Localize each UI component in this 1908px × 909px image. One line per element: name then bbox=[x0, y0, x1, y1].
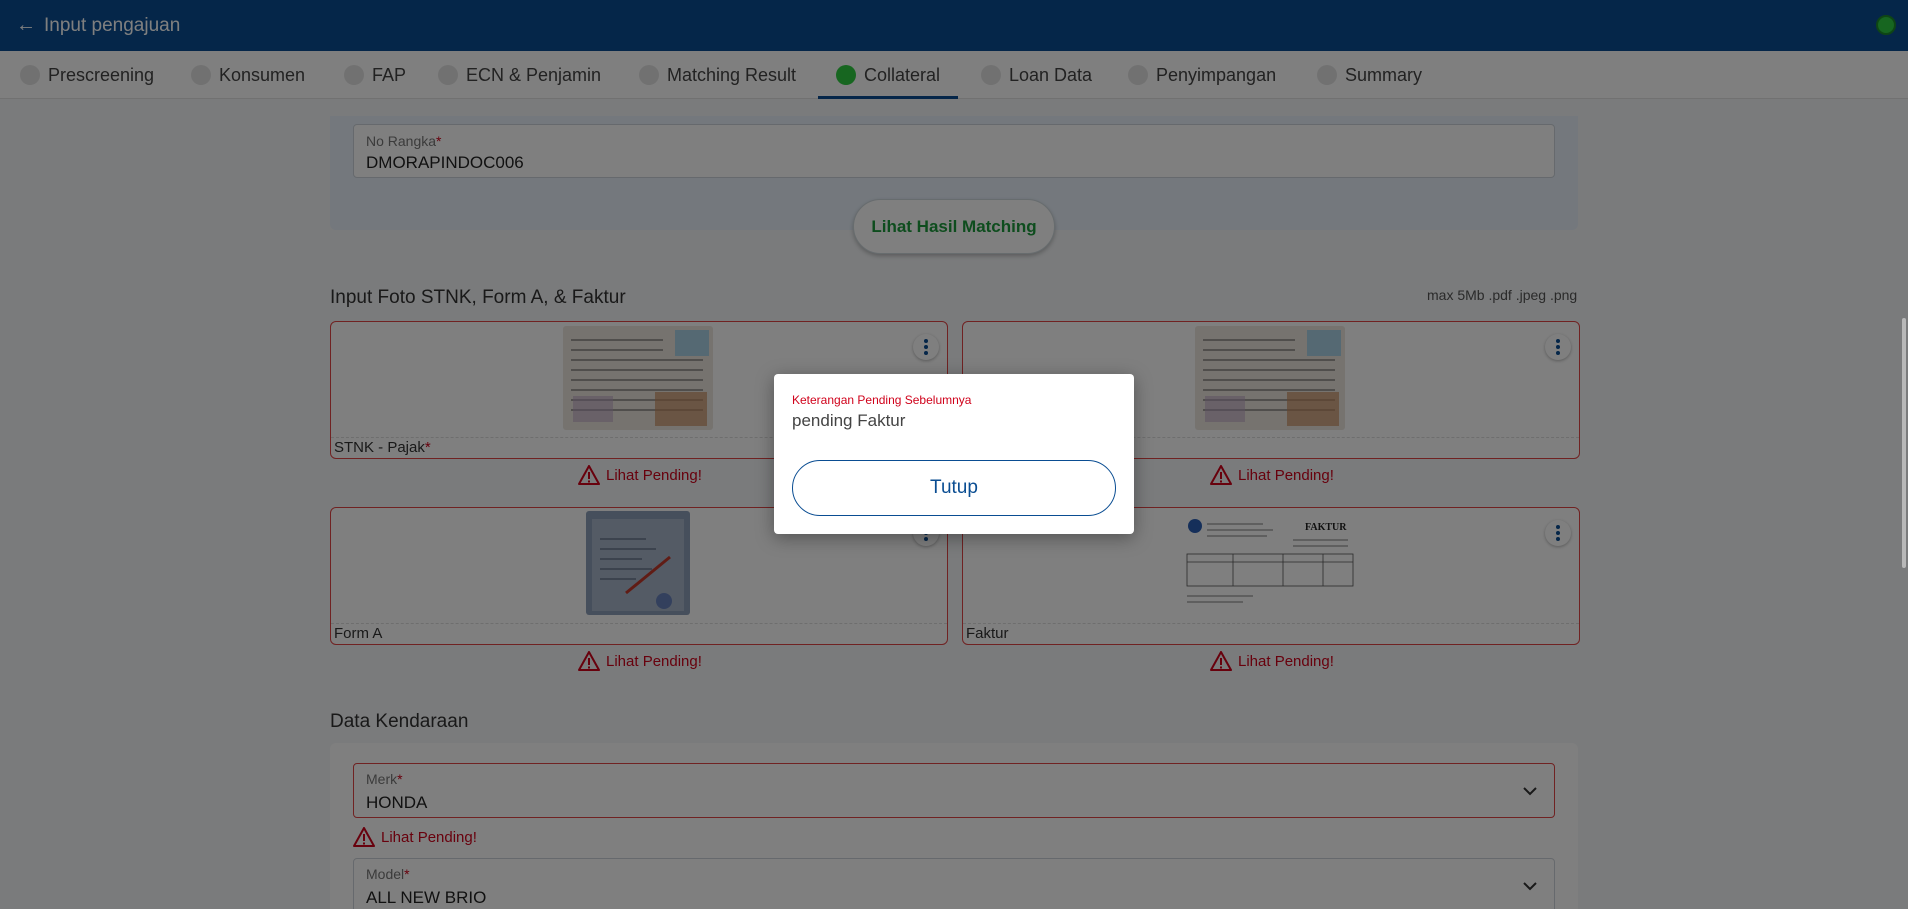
tutup-button[interactable]: Tutup bbox=[792, 460, 1116, 516]
dialog-value: pending Faktur bbox=[792, 411, 906, 430]
pending-info-dialog: Keterangan Pending Sebelumnya pending Fa… bbox=[774, 374, 1134, 534]
scrollbar[interactable] bbox=[1902, 318, 1906, 568]
dialog-label: Keterangan Pending Sebelumnya bbox=[792, 393, 972, 407]
